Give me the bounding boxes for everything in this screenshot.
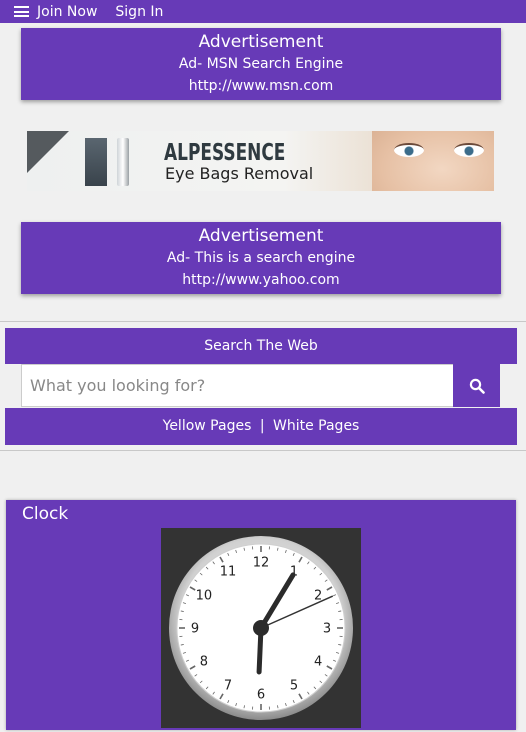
eye-image [454, 143, 484, 157]
clock-number: 4 [314, 655, 322, 670]
hamburger-icon[interactable] [14, 6, 29, 17]
ad-url[interactable]: http://www.msn.com [21, 75, 501, 97]
clock-number: 10 [196, 589, 213, 604]
ad-text[interactable]: Ad- This is a search engine [21, 247, 501, 269]
ad-title: Advertisement [21, 222, 501, 247]
clock-number: 11 [220, 564, 237, 579]
search-icon [469, 378, 485, 394]
clock-number: 8 [200, 655, 208, 670]
ad-url[interactable]: http://www.yahoo.com [21, 269, 501, 291]
search-header-label: Search The Web [204, 338, 318, 354]
join-now-link[interactable]: Join Now [37, 4, 97, 20]
advertisement-box-yahoo[interactable]: Advertisement Ad- This is a search engin… [21, 222, 501, 294]
search-input[interactable] [21, 364, 453, 407]
clock-number: 7 [224, 679, 232, 694]
white-pages-link[interactable]: White Pages [273, 418, 359, 434]
alpessence-banner-ad[interactable]: ALPESSENCE Eye Bags Removal [27, 131, 494, 191]
clock-number: 3 [323, 622, 331, 637]
ad-text[interactable]: Ad- MSN Search Engine [21, 53, 501, 75]
clock-center-pin [253, 620, 269, 636]
sign-in-link[interactable]: Sign In [115, 4, 163, 20]
clock-number: 6 [257, 688, 265, 703]
top-navbar: Join Now Sign In [0, 0, 526, 23]
clock-number: 5 [290, 679, 298, 694]
section-divider [0, 450, 526, 451]
search-form [21, 364, 500, 407]
clock-number: 12 [253, 556, 270, 571]
product-tube-image [117, 138, 129, 186]
clock-title: Clock [22, 504, 68, 524]
search-header: Search The Web [5, 328, 517, 364]
ad-title: Advertisement [21, 28, 501, 53]
banner-tagline: Eye Bags Removal [165, 164, 313, 183]
link-separator: | [260, 418, 265, 434]
analog-clock: 121234567891011 [161, 528, 361, 728]
product-box-image [85, 138, 107, 186]
model-face-image [372, 131, 494, 191]
clock-widget: Clock 121234567891011 [6, 500, 516, 730]
banner-corner-decoration [27, 131, 69, 173]
search-button[interactable] [453, 364, 500, 407]
clock-face: 121234567891011 [161, 528, 361, 728]
section-divider [0, 321, 526, 322]
yellow-pages-link[interactable]: Yellow Pages [163, 418, 252, 434]
advertisement-box-msn[interactable]: Advertisement Ad- MSN Search Engine http… [21, 28, 501, 100]
clock-number: 9 [191, 622, 199, 637]
join-now-menu[interactable]: Join Now [14, 4, 97, 20]
eye-image [394, 143, 424, 157]
banner-brand: ALPESSENCE [164, 140, 285, 166]
directory-links-bar: Yellow Pages | White Pages [5, 408, 517, 445]
